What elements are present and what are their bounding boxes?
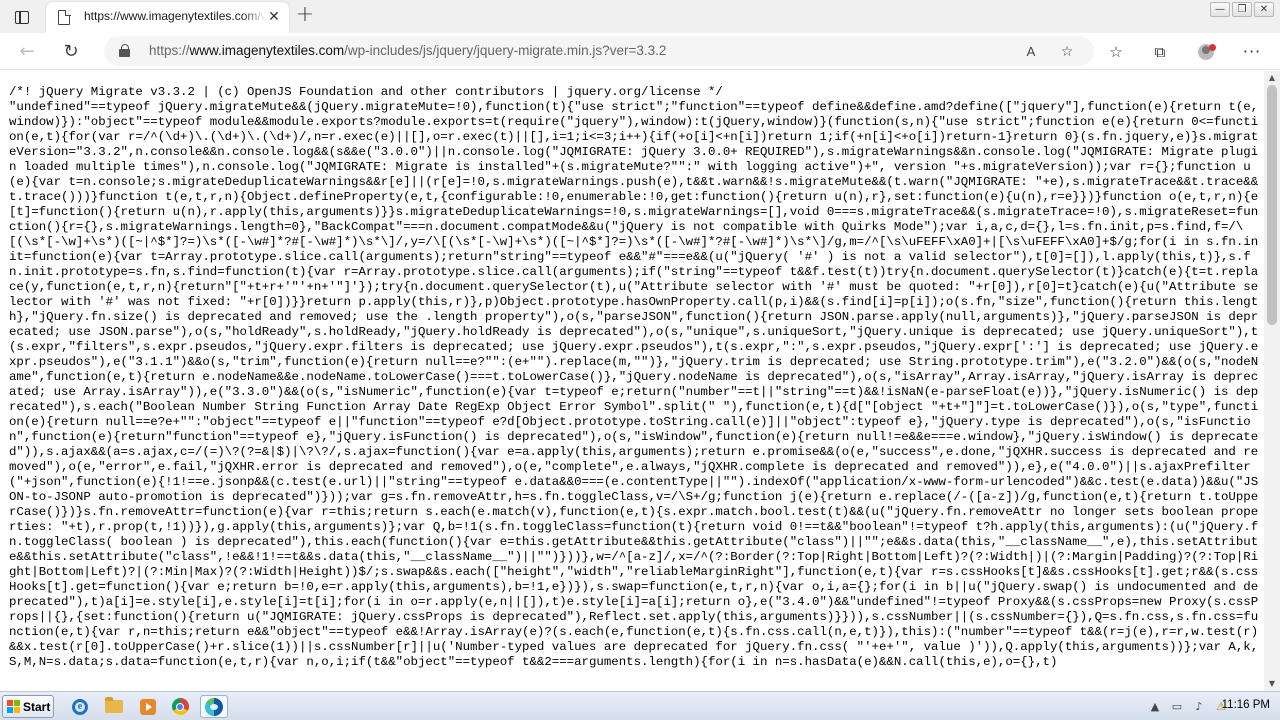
taskbar-app-file-explorer[interactable] (100, 695, 128, 718)
tab-close-button[interactable]: ✕ (265, 8, 283, 26)
taskbar-app-media-player[interactable] (134, 695, 162, 718)
page-icon (58, 9, 71, 25)
vertical-scrollbar[interactable]: ▲ ▼ (1264, 71, 1280, 691)
profile-button[interactable] (1194, 40, 1218, 64)
logo-pane-1 (7, 700, 13, 706)
tab-actions-icon (15, 10, 29, 24)
start-label: Start (23, 699, 51, 714)
maximize-button[interactable]: ❐ (1232, 2, 1252, 17)
url-path: /wp-includes/js/jquery/jquery-migrate.mi… (344, 43, 667, 58)
favorites-button[interactable]: ☆ (1104, 40, 1128, 64)
taskbar-clock[interactable]: 11:16 PM (1222, 699, 1270, 711)
url-scheme: https:// (149, 43, 190, 58)
profile-status-dot (1209, 44, 1216, 51)
browser-toolbar: ← ↻ https://www.imagenytextiles.com/wp-i… (0, 33, 1280, 70)
read-aloud-icon: A (1026, 44, 1036, 59)
file-explorer-icon (105, 697, 123, 713)
tab-title: https://www.imagenytextiles.com/wp-inclu… (84, 9, 264, 23)
reload-icon: ↻ (63, 41, 79, 62)
favorites-icon: ☆ (1109, 43, 1123, 61)
minimize-button[interactable]: — (1210, 2, 1230, 17)
taskbar-app-chrome[interactable] (166, 695, 194, 718)
taskbar-app-edge[interactable] (200, 695, 228, 718)
show-hidden-icons-icon[interactable]: ▲ (1148, 700, 1162, 713)
chrome-icon (171, 698, 189, 715)
url-host: www.imagenytextiles.com (189, 43, 345, 58)
logo-pane-2 (14, 700, 20, 706)
new-tab-button[interactable]: + (293, 4, 317, 28)
taskbar-app-internet-explorer[interactable]: e (66, 695, 94, 718)
edge-icon (205, 697, 223, 716)
logo-pane-4 (14, 707, 20, 713)
network-icon[interactable]: ▭ (1170, 700, 1184, 713)
browser-tab[interactable]: https://www.imagenytextiles.com/wp-inclu… (46, 2, 289, 33)
tab-actions-button[interactable] (8, 6, 36, 28)
tab-title-fade (242, 8, 266, 26)
url-text[interactable]: https://www.imagenytextiles.com/wp-inclu… (149, 43, 666, 58)
tab-strip: https://www.imagenytextiles.com/wp-inclu… (0, 0, 1280, 33)
scrollbar-thumb[interactable] (1267, 85, 1277, 325)
internet-explorer-icon: e (72, 698, 88, 715)
page-content: /*! jQuery Migrate v3.3.2 | (c) OpenJS F… (0, 71, 1264, 691)
more-menu-button[interactable]: ··· (1240, 40, 1264, 64)
scroll-down-icon[interactable]: ▼ (1264, 677, 1280, 691)
close-window-button[interactable]: ✕ (1254, 2, 1274, 17)
add-favorite-button[interactable]: ☆ (1056, 41, 1078, 63)
collections-icon: ⧉ (1154, 43, 1166, 61)
taskbar: Start e ▲ ▭ ♪ ⚠ 11:16 PM (0, 691, 1280, 720)
scroll-up-icon[interactable]: ▲ (1264, 71, 1280, 85)
address-bar[interactable]: https://www.imagenytextiles.com/wp-inclu… (104, 36, 1094, 66)
reload-button[interactable]: ↻ (58, 39, 84, 65)
more-menu-icon: ··· (1242, 42, 1262, 61)
read-aloud-button[interactable]: A (1020, 41, 1042, 63)
source-code-text: /*! jQuery Migrate v3.3.2 | (c) OpenJS F… (9, 85, 1259, 669)
window-controls: — ❐ ✕ (1210, 2, 1274, 18)
back-button[interactable]: ← (14, 39, 40, 65)
start-button[interactable]: Start (2, 695, 54, 718)
lock-icon[interactable] (119, 44, 130, 57)
logo-pane-3 (7, 707, 13, 713)
windows-logo-icon (7, 700, 20, 713)
back-arrow-icon: ← (19, 41, 35, 62)
volume-icon[interactable]: ♪ (1192, 700, 1206, 713)
collections-button[interactable]: ⧉ (1148, 40, 1172, 64)
add-favorite-icon: ☆ (1060, 44, 1074, 60)
media-player-icon (140, 698, 156, 715)
system-tray: ▲ ▭ ♪ ⚠ (1148, 700, 1228, 713)
